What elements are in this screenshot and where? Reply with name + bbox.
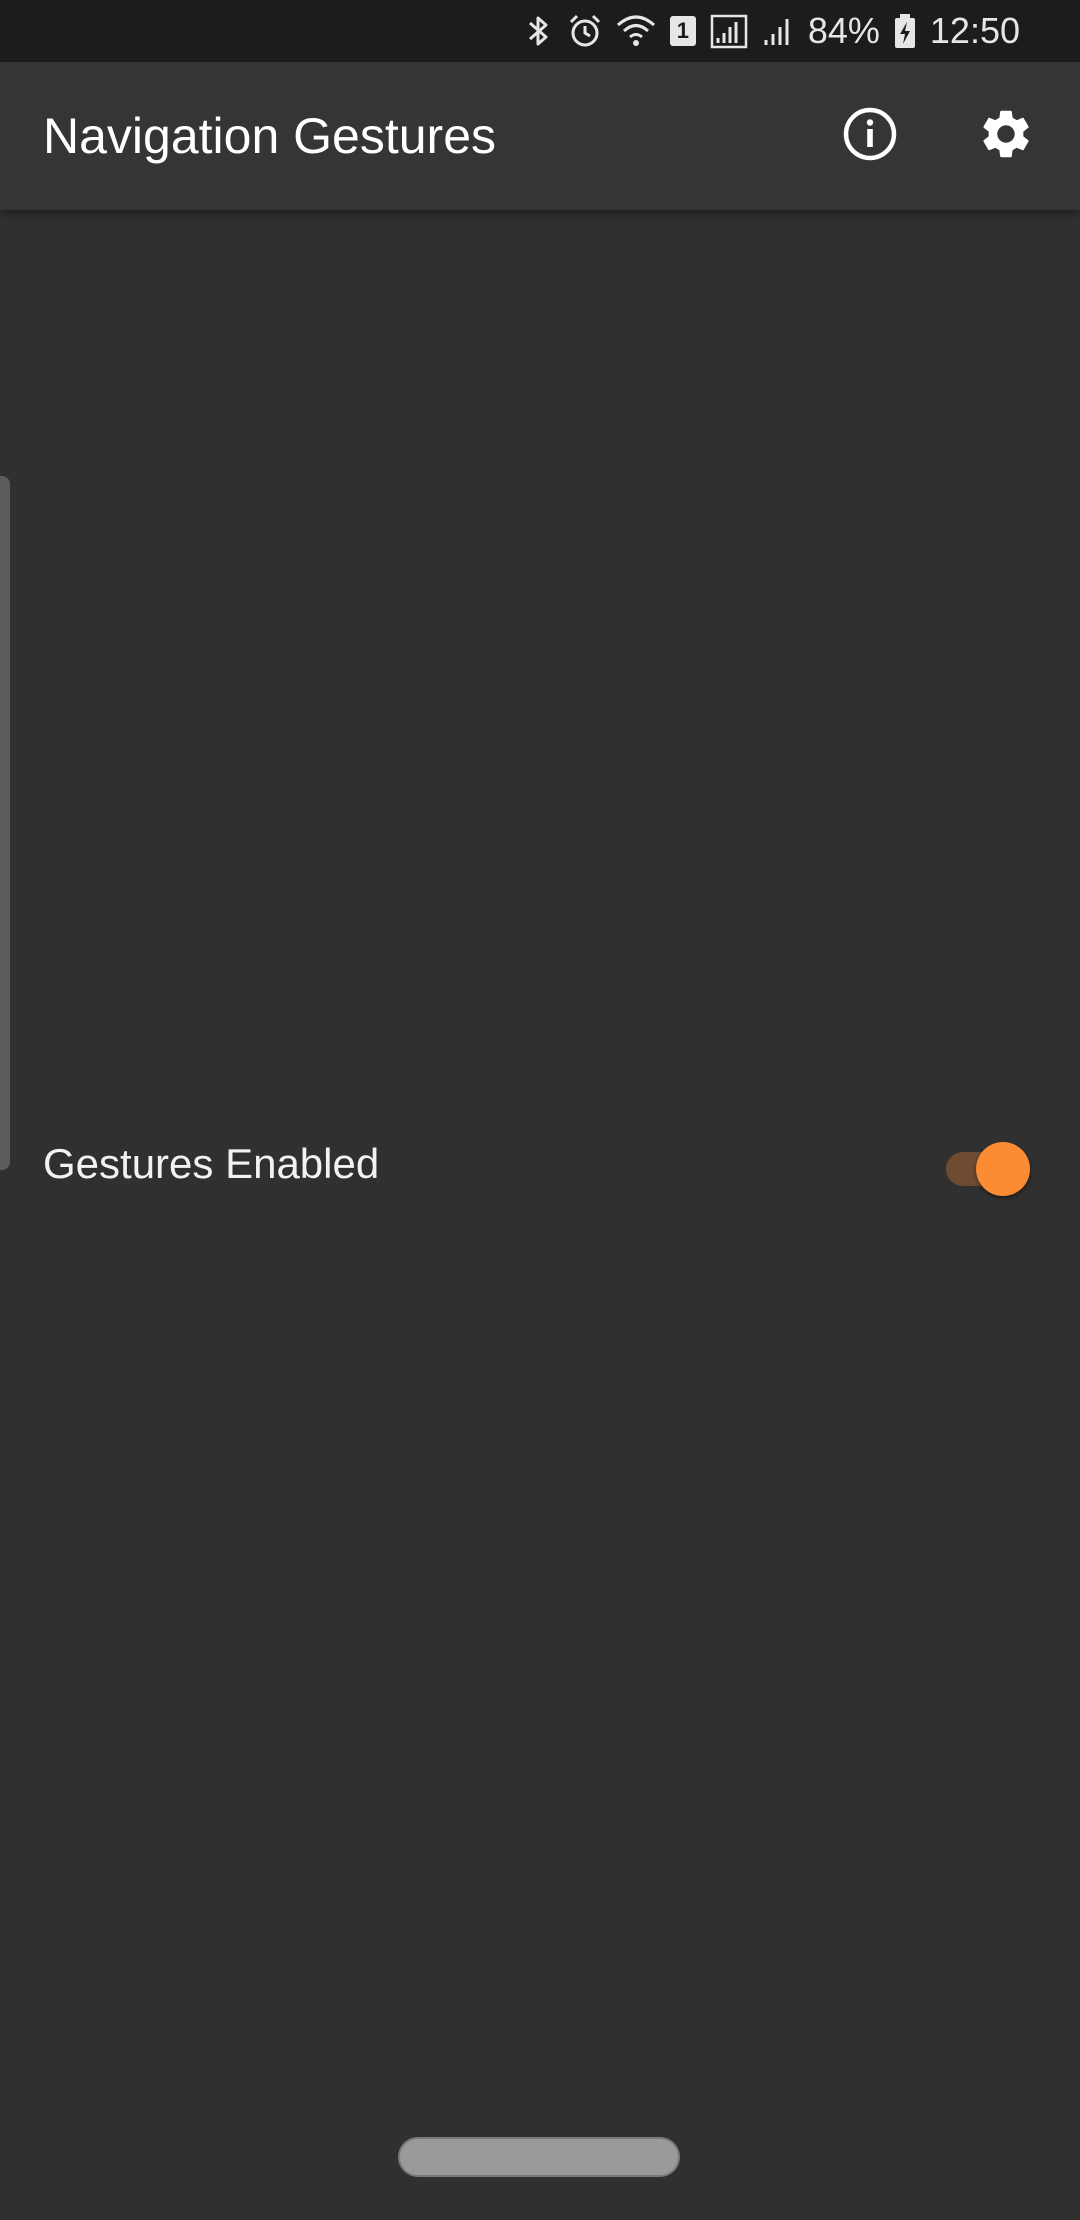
settings-icon [977,105,1035,168]
signal-icon [710,13,748,49]
page-title: Navigation Gestures [43,108,497,164]
info-icon [842,106,898,167]
home-gesture-pill[interactable] [398,2137,680,2177]
settings-button[interactable] [970,100,1042,172]
edge-gesture-handle[interactable] [0,476,10,1170]
status-bar: 1 84% 12:50 [0,0,1080,62]
bluetooth-icon [524,13,554,49]
battery-charging-icon [894,13,916,49]
gestures-enabled-label: Gestures Enabled [43,1140,380,1187]
wifi-icon [616,13,656,49]
sim-icon: 1 [669,16,696,46]
alarm-icon [568,13,602,49]
gestures-enabled-toggle[interactable] [944,1138,1036,1196]
status-icons: 1 84% 12:50 [524,0,1020,62]
gestures-enabled-row[interactable]: Gestures Enabled [0,1110,1080,1218]
toggle-thumb [976,1142,1030,1196]
signal-weak-icon [762,13,794,49]
status-time: 12:50 [929,10,1020,51]
info-button[interactable] [834,100,906,172]
screen: 1 84% 12:50 Navigation Gestures Gestures… [0,0,1080,2220]
battery-percent: 84% [807,10,880,51]
app-bar: Navigation Gestures [0,62,1080,210]
